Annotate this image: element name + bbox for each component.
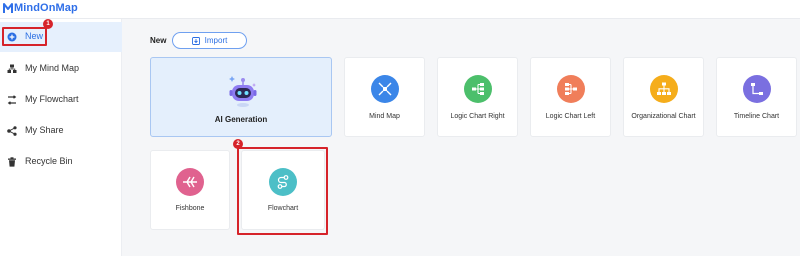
card-label: Logic Chart Left bbox=[545, 113, 596, 120]
card-label: Timeline Chart bbox=[733, 113, 780, 120]
logo-mark-icon bbox=[3, 3, 13, 13]
timeline-chart-card[interactable]: Timeline Chart bbox=[716, 57, 797, 137]
card-label: Fishbone bbox=[175, 205, 205, 212]
share-icon bbox=[7, 126, 17, 136]
top-bar: MindOnMap bbox=[0, 0, 800, 19]
timeline-icon bbox=[742, 75, 771, 103]
card-label: Organizational Chart bbox=[631, 113, 696, 120]
flowchart-highlight-box bbox=[237, 147, 328, 235]
ai-robot-icon bbox=[229, 76, 257, 107]
step-badge-2: 2 bbox=[233, 139, 243, 149]
card-label: AI Generation bbox=[214, 115, 268, 124]
mind-map-icon bbox=[7, 64, 17, 73]
logic-chart-right-card[interactable]: Logic Chart Right bbox=[437, 57, 518, 137]
import-label: Import bbox=[204, 36, 228, 45]
flowchart-icon bbox=[7, 95, 17, 105]
trash-icon bbox=[8, 157, 16, 167]
app-logo[interactable]: MindOnMap bbox=[3, 2, 78, 14]
organizational-chart-card[interactable]: Organizational Chart bbox=[623, 57, 704, 137]
sidebar-item-my-flowchart[interactable]: My Flowchart bbox=[0, 85, 122, 115]
sidebar: New My Mind Map My Flowchart My Share Re… bbox=[0, 19, 122, 256]
logic-chart-left-card[interactable]: Logic Chart Left bbox=[530, 57, 611, 137]
logo-text: MindOnMap bbox=[14, 2, 78, 14]
logic-left-icon bbox=[556, 75, 585, 103]
new-highlight-box bbox=[2, 27, 47, 46]
step-badge-1: 1 bbox=[43, 19, 53, 29]
ai-generation-card[interactable]: AI Generation bbox=[150, 57, 332, 137]
mind-map-card[interactable]: Mind Map bbox=[344, 57, 425, 137]
import-icon bbox=[191, 36, 200, 45]
mind-map-icon bbox=[370, 75, 399, 103]
fishbone-card[interactable]: Fishbone bbox=[150, 150, 230, 230]
logic-right-icon bbox=[463, 75, 492, 103]
sidebar-item-recycle-bin[interactable]: Recycle Bin bbox=[0, 147, 122, 177]
card-label: Mind Map bbox=[369, 113, 400, 120]
sidebar-item-label: My Flowchart bbox=[25, 94, 79, 104]
import-button[interactable]: Import bbox=[172, 32, 247, 49]
sidebar-item-label: My Mind Map bbox=[25, 63, 80, 73]
card-label: Logic Chart Right bbox=[450, 113, 505, 120]
section-title: New bbox=[150, 36, 167, 45]
sidebar-item-label: Recycle Bin bbox=[25, 156, 73, 166]
sidebar-item-label: My Share bbox=[25, 125, 64, 135]
org-chart-icon bbox=[649, 75, 678, 103]
sidebar-item-my-share[interactable]: My Share bbox=[0, 116, 122, 146]
sidebar-item-my-mind-map[interactable]: My Mind Map bbox=[0, 54, 122, 84]
fishbone-icon bbox=[176, 168, 204, 196]
